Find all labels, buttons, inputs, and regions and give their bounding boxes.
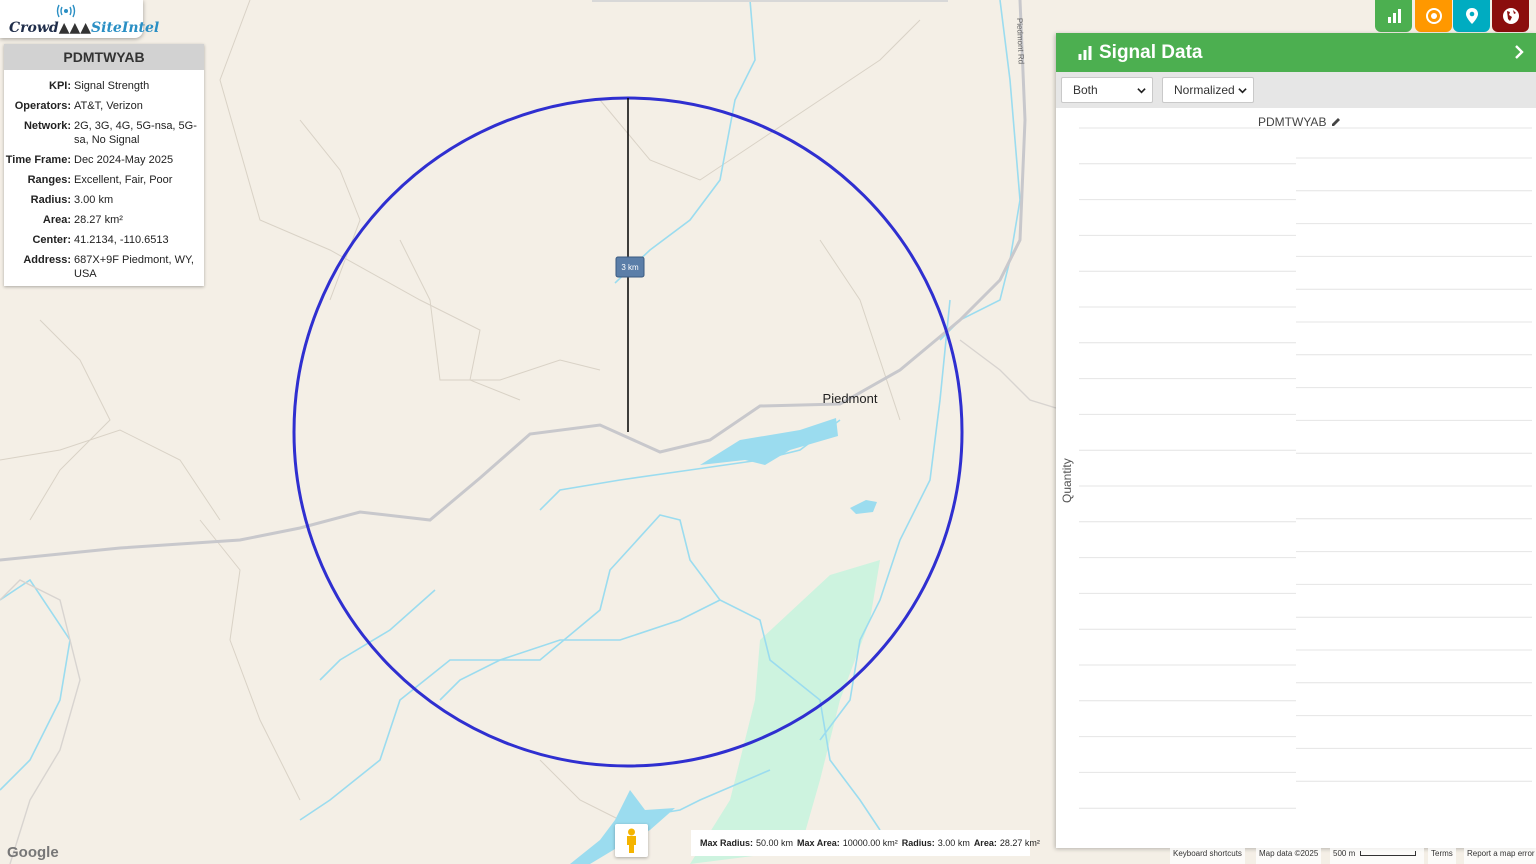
stats-max-area-label: Max Area: xyxy=(797,838,840,848)
chevron-down-icon xyxy=(1238,88,1247,94)
antenna-icon xyxy=(56,4,76,18)
map-data-attribution: Map data ©2025 xyxy=(1256,848,1322,864)
info-row-radius: Radius: 3.00 km xyxy=(30,194,114,206)
map-pin-icon xyxy=(1465,8,1478,24)
keyboard-shortcuts-link[interactable]: Keyboard shortcuts xyxy=(1170,848,1245,864)
panel-toolbar: Both Normalized xyxy=(1056,72,1536,108)
stats-max-area-value: 10000.00 km² xyxy=(842,838,898,848)
scale-bar[interactable]: 500 m xyxy=(1330,848,1424,864)
location-button[interactable] xyxy=(1453,0,1490,32)
info-row-address: Address: 687X+9F Piedmont, WY, USA xyxy=(23,254,194,280)
stats-max-radius-label: Max Radius: xyxy=(700,838,754,848)
y-axis-label: Quantity xyxy=(1060,458,1074,503)
road-label: Piedmont Rd xyxy=(1015,18,1026,65)
info-row-kpi: KPI: Signal Strength xyxy=(49,80,150,92)
panel-title: Signal Data xyxy=(1099,41,1203,63)
google-logo: Google xyxy=(7,844,59,861)
bar-chart-icon xyxy=(1078,45,1092,60)
mode-select[interactable]: Normalized xyxy=(1162,77,1254,103)
info-row-center: Center: 41.2134, -110.6513 xyxy=(32,234,169,246)
lake xyxy=(850,500,877,514)
info-row-time-frame: Time Frame: Dec 2024-May 2025 xyxy=(5,154,174,166)
info-rows: KPI: Signal Strength Operators: AT&T, Veri… xyxy=(4,70,204,281)
report-map-error-link[interactable]: Report a map error xyxy=(1464,848,1536,864)
info-row-ranges: Ranges: Excellent, Fair, Poor xyxy=(27,174,173,186)
stats-max-radius-value: 50.00 km xyxy=(756,838,794,848)
bar-chart-icon xyxy=(1387,9,1401,23)
stats-bar: Max Radius: 50.00 km Max Area: 10000.00 km… xyxy=(691,830,1040,856)
street-view-pegman[interactable] xyxy=(615,824,648,857)
lake xyxy=(700,418,838,465)
terms-link[interactable]: Terms xyxy=(1428,848,1456,864)
park-area xyxy=(690,560,880,864)
signal-data-panel: Signal Data Both Normalized PDMTWYAB Qua… xyxy=(1056,33,1536,848)
chevron-down-icon xyxy=(1137,88,1146,94)
target-button[interactable] xyxy=(1415,0,1452,32)
app-logo[interactable]: Crowd▲▲▲SiteIntel xyxy=(0,0,159,38)
top-tab[interactable] xyxy=(592,0,948,2)
signal-data-button[interactable] xyxy=(1375,0,1412,32)
scale-label: 500 m xyxy=(1333,849,1356,858)
mode-select-value: Normalized xyxy=(1174,83,1235,97)
globe-icon xyxy=(1502,8,1519,24)
info-row-area: Area: 28.27 km² xyxy=(42,214,123,226)
globe-button[interactable] xyxy=(1492,0,1529,32)
chevron-right-icon[interactable] xyxy=(1511,43,1527,61)
radius-label: 3 km xyxy=(621,263,639,272)
stats-area-label: Area: xyxy=(973,838,997,848)
target-icon xyxy=(1425,8,1442,24)
operator-select-value: Both xyxy=(1073,83,1098,97)
stats-area-value: 28.27 km² xyxy=(999,838,1040,848)
stats-radius-label: Radius: xyxy=(901,838,935,848)
logo-text: Crowd▲▲▲SiteIntel xyxy=(9,20,160,36)
panel-header: Signal Data xyxy=(1056,33,1536,72)
info-row-network: Network: 2G, 3G, 4G, 5G-nsa, 5G-sa, No Si… xyxy=(23,120,197,146)
place-label: Piedmont xyxy=(823,391,878,406)
stats-radius-value: 3.00 km xyxy=(937,838,970,848)
chart-gridlines xyxy=(1079,127,1532,809)
operator-select[interactable]: Both xyxy=(1061,77,1153,103)
info-card: PDMTWYAB KPI: Signal Strength Operators: A… xyxy=(4,44,204,286)
scale-line xyxy=(1360,851,1417,856)
info-row-operators: Operators: AT&T, Verizon xyxy=(14,100,143,112)
info-title: PDMTWYAB xyxy=(4,44,204,70)
pegman-icon xyxy=(627,828,636,853)
